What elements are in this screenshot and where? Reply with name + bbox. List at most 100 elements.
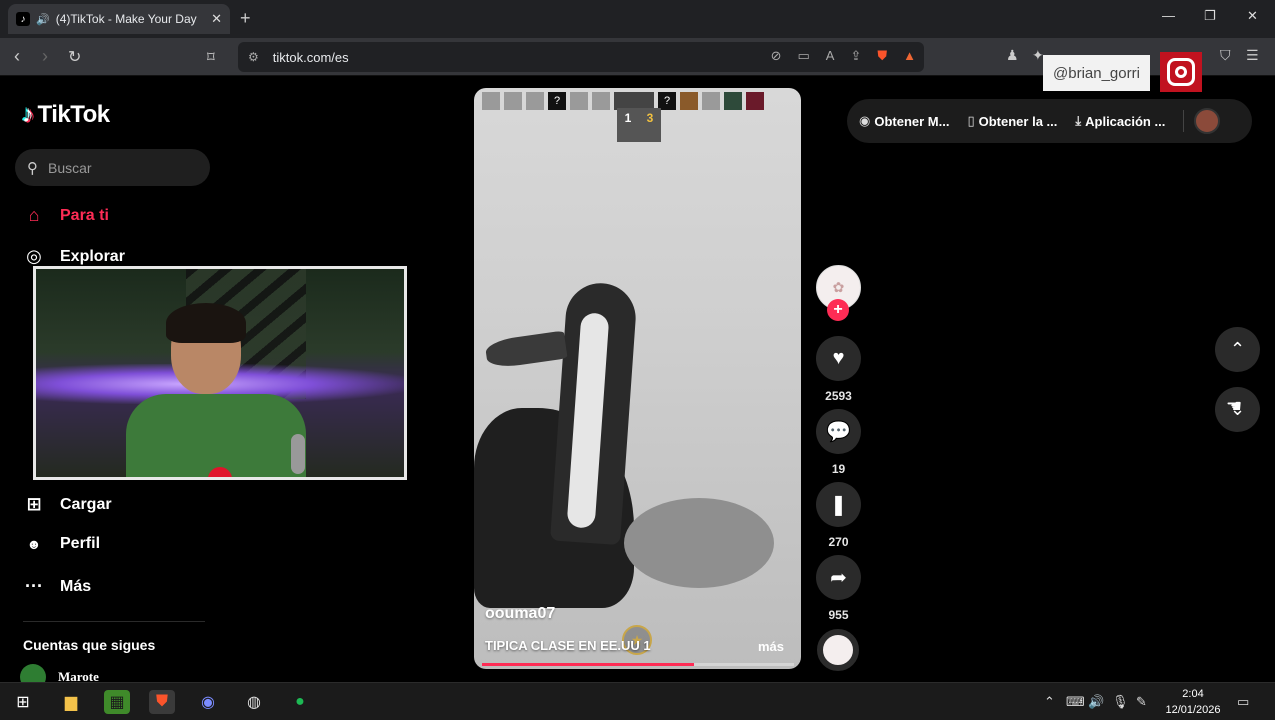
extension-icon[interactable]: ♟ xyxy=(1006,47,1019,64)
phone-icon: ▯ xyxy=(967,113,975,128)
sidebar-item-mas[interactable]: ··· Más xyxy=(22,576,91,597)
save-count: 270 xyxy=(828,535,849,549)
tiktok-logo[interactable]: ♪ TikTok xyxy=(22,101,110,129)
url-text: tiktok.com/es xyxy=(272,49,349,65)
coin-icon: ◉ xyxy=(859,113,871,128)
browser-tab[interactable]: ♪ 🔊 (4)TikTok - Make Your Day ✕ xyxy=(8,4,230,34)
get-coins-button[interactable]: ◉ Obtener M... xyxy=(859,113,949,129)
hand-cursor-icon: ☚ xyxy=(1226,396,1243,416)
upload-icon: ⊞ xyxy=(26,494,42,514)
like-count: 2593 xyxy=(825,389,852,403)
video-caption: TIPICA CLASE EN EE.UU 1 xyxy=(485,638,651,653)
cast-icon[interactable]: ▭ xyxy=(797,48,809,64)
bookmark-icon[interactable]: ❚ xyxy=(816,482,861,527)
video-progress[interactable] xyxy=(482,663,794,666)
share-action[interactable]: ➦ 955 xyxy=(816,555,861,622)
discord-icon[interactable]: ◉ xyxy=(195,690,221,714)
obs-icon[interactable]: ◍ xyxy=(241,690,267,714)
speaker-icon[interactable]: 🔊 xyxy=(36,13,50,26)
logo-text: TikTok xyxy=(37,101,111,128)
more-link[interactable]: más xyxy=(758,639,784,654)
vpn-shield-icon[interactable]: ⛉ xyxy=(1220,47,1231,64)
sidebar-item-label: Más xyxy=(60,577,92,595)
profile-icon: ☻ xyxy=(26,536,42,552)
volume-icon[interactable]: 🔊 xyxy=(1088,694,1104,710)
sidebar-item-label: Explorar xyxy=(60,247,125,265)
top-actions-bar: ◉ Obtener M... ▯ Obtener la ... ⤓ Aplica… xyxy=(847,99,1252,143)
tray-chevron-icon[interactable]: ⌃ xyxy=(1044,694,1055,710)
comment-icon[interactable]: 💬 xyxy=(816,409,861,454)
sidebar-item-para-ti[interactable]: ⌂ Para ti xyxy=(22,205,109,226)
comment-action[interactable]: 💬 19 xyxy=(816,409,861,476)
follow-button[interactable]: + xyxy=(827,299,849,321)
address-bar[interactable]: ⚙ tiktok.com/es ⊘ ▭ A ⇪ ⛊ ▲ xyxy=(238,42,924,72)
site-settings-icon[interactable]: ⚙ xyxy=(248,50,259,64)
tiktok-note-icon: ♪ xyxy=(22,101,34,128)
comment-count: 19 xyxy=(831,462,846,476)
desktop-app-button[interactable]: ⤓ Aplicación ... xyxy=(1075,113,1165,129)
video-player[interactable]: ? ? 1 3 oouma07 ★ TIPICA CLASE EN EE.UU … xyxy=(474,88,801,669)
sidebar-item-cargar[interactable]: ⊞ Cargar xyxy=(22,494,112,515)
spotify-icon[interactable]: ● xyxy=(287,690,313,714)
browser-tabbar: ♪ 🔊 (4)TikTok - Make Your Day ✕ + — ❐ ✕ xyxy=(0,0,1275,38)
search-input[interactable] xyxy=(48,159,188,176)
video-progress-fill xyxy=(482,663,695,666)
minecraft-icon[interactable]: ▦ xyxy=(104,690,130,714)
minimize-icon[interactable]: — xyxy=(1162,8,1175,23)
tracking-icon[interactable]: ⊘ xyxy=(771,48,782,64)
instagram-handle-overlay: @brian_gorri xyxy=(1043,55,1150,91)
webcam-overlay xyxy=(33,266,407,480)
instagram-icon xyxy=(1160,52,1202,92)
profile-avatar[interactable] xyxy=(1194,108,1221,134)
clock-date: 12/01/2026 xyxy=(1165,704,1221,716)
share-arrow-icon[interactable]: ➦ xyxy=(816,555,861,600)
windows-taskbar: ⊞ ▆ ▦ ⛊ ◉ ◍ ● ⌃ ⌨ 🔊 🎙 ✎ 2:04 12/01/2026 … xyxy=(0,682,1275,720)
brave-browser-icon[interactable]: ⛊ xyxy=(149,690,175,714)
get-app-button[interactable]: ▯ Obtener la ... xyxy=(967,113,1057,129)
download-icon: ⤓ xyxy=(1075,113,1082,128)
microphone-icon[interactable]: 🎙 xyxy=(1112,694,1129,710)
tab-title: (4)TikTok - Make Your Day xyxy=(55,12,197,26)
close-window-icon[interactable]: ✕ xyxy=(1247,8,1258,24)
share-count: 955 xyxy=(828,608,849,622)
back-icon[interactable]: ‹ xyxy=(14,46,20,67)
forward-icon[interactable]: › xyxy=(42,46,48,67)
new-tab-button[interactable]: + xyxy=(240,8,251,29)
like-action[interactable]: ♥ 2593 xyxy=(816,336,861,403)
sidebar-item-explorar[interactable]: ◎ Explorar xyxy=(22,246,125,267)
sidebar-divider xyxy=(23,621,205,622)
file-explorer-icon[interactable]: ▆ xyxy=(58,690,84,714)
close-tab-icon[interactable]: ✕ xyxy=(211,11,222,27)
notification-icon[interactable]: ▭ xyxy=(1237,694,1249,710)
music-disc[interactable] xyxy=(817,629,859,671)
search-box[interactable]: ⚲ xyxy=(15,149,210,186)
home-icon: ⌂ xyxy=(28,205,40,225)
reload-icon[interactable]: ↻ xyxy=(68,47,81,67)
heart-icon[interactable]: ♥ xyxy=(816,336,861,381)
restore-icon[interactable]: ❐ xyxy=(1204,8,1216,24)
windows-start-icon[interactable]: ⊞ xyxy=(10,690,36,714)
sidebar-item-label: Cargar xyxy=(60,495,112,513)
brave-shield-icon[interactable]: ⛊ xyxy=(877,48,887,64)
video-username[interactable]: oouma07 xyxy=(485,605,555,623)
puzzle-icon[interactable]: ✦ xyxy=(1032,47,1044,64)
search-icon: ⚲ xyxy=(27,159,38,177)
following-title: Cuentas que sigues xyxy=(23,637,156,653)
translate-icon[interactable]: A xyxy=(826,48,835,64)
sidebar-item-perfil[interactable]: ☻ Perfil xyxy=(22,535,100,553)
more-icon: ··· xyxy=(25,576,43,596)
system-clock[interactable]: 2:04 12/01/2026 xyxy=(1163,686,1223,718)
save-action[interactable]: ❚ 270 xyxy=(816,482,861,549)
pen-icon[interactable]: ✎ xyxy=(1136,694,1147,710)
network-icon[interactable]: ⌨ xyxy=(1066,694,1085,710)
tiktok-favicon-icon: ♪ xyxy=(16,12,30,26)
previous-video-button[interactable]: ⌃ xyxy=(1215,327,1260,372)
sidebar-item-label: Perfil xyxy=(60,535,101,552)
game-score: 1 3 xyxy=(617,108,661,142)
compass-icon: ◎ xyxy=(26,246,42,266)
bookmark-icon[interactable]: ⌑ xyxy=(207,48,215,66)
clock-time: 2:04 xyxy=(1182,688,1204,700)
share-icon[interactable]: ⇪ xyxy=(850,48,861,64)
brave-rewards-icon[interactable]: ▲ xyxy=(903,48,916,64)
menu-icon[interactable]: ☰ xyxy=(1246,47,1259,64)
